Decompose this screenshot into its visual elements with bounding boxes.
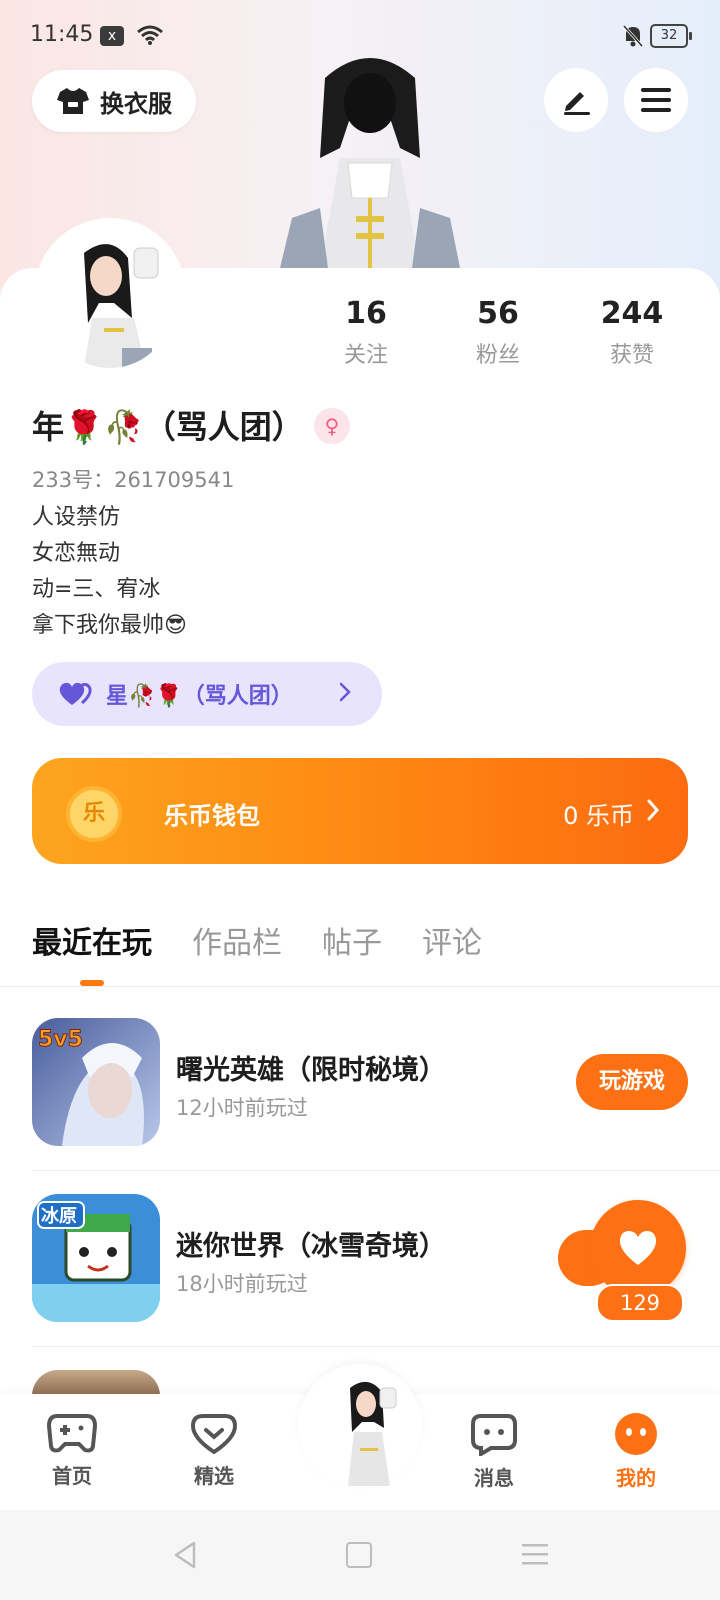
wifi-icon [137,25,163,45]
avatar[interactable] [44,228,176,368]
game-icon: 5v5 [32,1018,160,1146]
wallet-card[interactable]: 乐 乐币钱包 0 乐币 [32,758,688,864]
bio-line: 人设禁仿 [32,505,121,530]
stat-following-label: 关注 [343,343,388,368]
bio-line: 拿下我你最帅😎 [32,613,187,638]
stat-following-value: 16 [345,296,387,331]
nav-featured-label: 精选 [194,1464,234,1488]
game-icon: 冰原 [32,1194,160,1322]
nav-messages[interactable]: 消息 [444,1412,544,1491]
home-icon[interactable] [346,1542,372,1568]
tab-recently-played[interactable]: 最近在玩 [32,918,152,968]
game-name: 曙光英雄（限时秘境） [176,1055,446,1086]
user-id: 233号：261709541 [32,468,235,492]
nav-home-label: 首页 [52,1464,92,1488]
battery-indicator: 32 [650,24,692,48]
avatar-icon[interactable] [334,1378,404,1488]
nav-me[interactable]: 我的 [586,1412,686,1491]
stat-following[interactable]: 16 关注 [306,296,426,369]
game-list-item[interactable]: 5v5 曙光英雄（限时秘境） 12小时前玩过 玩游戏 [32,1018,688,1148]
stat-followers[interactable]: 56 粉丝 [438,296,558,369]
bell-off-icon [622,24,644,48]
nav-home[interactable]: 首页 [22,1412,122,1489]
shirt-icon [57,88,89,114]
coin-icon: 乐 [66,786,122,842]
bio-line: 女恋無动 [32,541,121,566]
like-count: 129 [596,1284,684,1322]
recent-apps-icon[interactable] [522,1542,548,1566]
heart-icon [619,1231,657,1265]
tab-comments[interactable]: 评论 [422,918,482,968]
stat-likes-value: 244 [600,296,664,331]
game-badge: 5v5 [38,1027,83,1052]
chevron-right-icon [339,682,351,702]
wallet-title: 乐币钱包 [164,802,260,830]
bio-line: 动=三、宥冰 [32,577,161,602]
divider [0,986,720,987]
chat-icon [471,1414,517,1458]
change-outfit-button[interactable]: 换衣服 [32,70,196,132]
game-badge: 冰原 [41,1205,77,1227]
chevron-right-icon [647,799,660,821]
bio: 人设禁仿 女恋無动 动=三、宥冰 拿下我你最帅😎 [32,500,187,644]
game-played-time: 12小时前玩过 [176,1096,308,1120]
game-list-item[interactable]: 冰原 迷你世界（冰雪奇境） 18小时前玩过 [32,1194,688,1324]
pen-icon [564,92,590,115]
face-icon [615,1413,657,1455]
notification-icon: x [100,26,124,46]
profile-tabs: 最近在玩 作品栏 帖子 评论 [32,918,482,968]
change-outfit-label: 换衣服 [100,89,172,118]
character-figure [280,58,460,268]
like-button[interactable] [590,1200,686,1296]
stat-followers-label: 粉丝 [475,343,520,368]
tab-posts[interactable]: 帖子 [322,918,382,968]
stat-followers-value: 56 [477,296,519,331]
game-played-time: 18小时前玩过 [176,1272,308,1296]
status-time: 11:45 [30,22,94,47]
group-label: 星🥀🌹（骂人团） [106,684,293,709]
female-gender-icon: ♀ [314,408,350,444]
game-name: 迷你世界（冰雪奇境） [176,1231,446,1262]
stat-likes[interactable]: 244 获赞 [572,296,692,369]
group-badge-button[interactable]: 星🥀🌹（骂人团） [32,662,382,726]
nickname: 年🌹🥀（骂人团） [32,408,304,446]
divider [32,1346,720,1347]
wallet-balance: 0 乐币 [563,802,634,830]
double-heart-icon [59,682,92,705]
tab-works[interactable]: 作品栏 [192,918,282,968]
menu-button[interactable] [624,68,688,132]
gamepad-icon [46,1414,98,1453]
system-navigation-bar [0,1510,720,1600]
back-icon[interactable] [172,1540,198,1570]
nav-featured[interactable]: 精选 [164,1412,264,1489]
hamburger-menu-icon [641,88,671,112]
stat-likes-label: 获赞 [609,343,654,368]
play-game-button[interactable]: 玩游戏 [576,1054,688,1110]
game-icon-partial [32,1370,160,1396]
edit-profile-button[interactable] [544,68,608,132]
nav-me-label: 我的 [616,1466,656,1490]
divider [32,1170,720,1171]
nav-messages-label: 消息 [474,1466,514,1490]
heart-shield-icon [190,1414,238,1455]
